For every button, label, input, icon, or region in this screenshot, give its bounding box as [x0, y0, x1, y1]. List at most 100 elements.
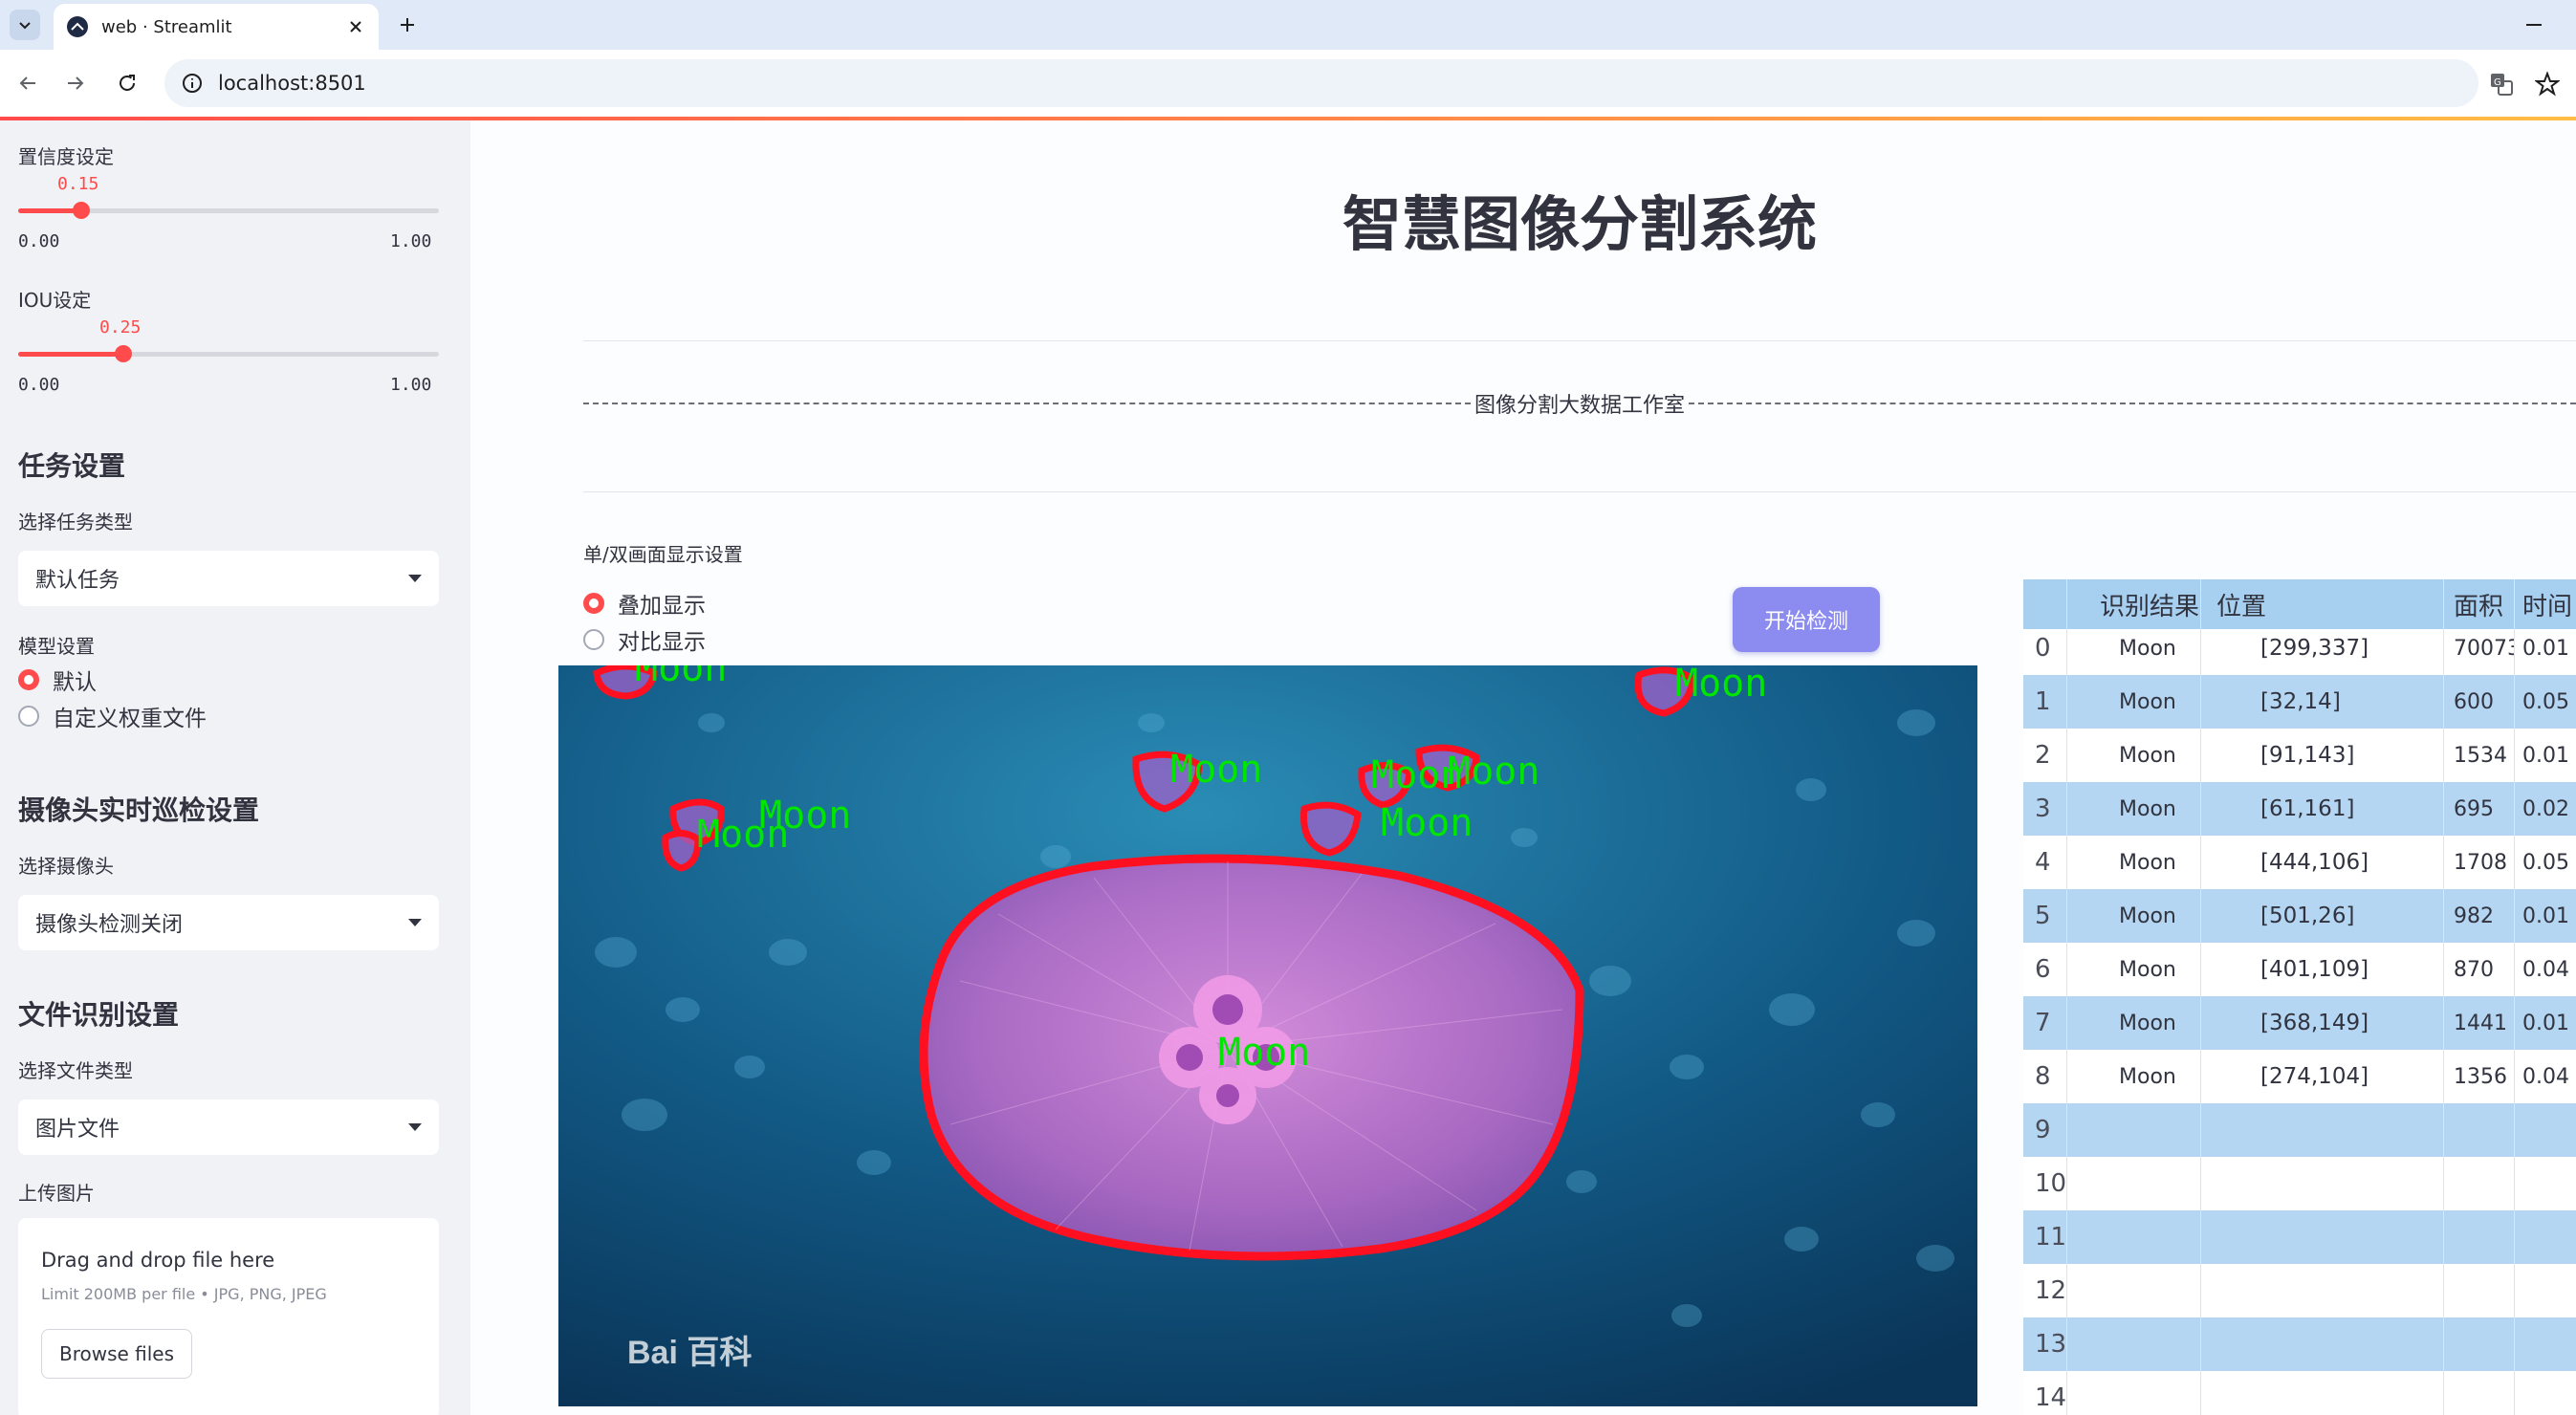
tab-search-button[interactable] [10, 10, 40, 40]
confidence-slider[interactable] [18, 202, 439, 219]
detection-label: Moon [1218, 1031, 1310, 1075]
cell-area [2444, 1317, 2515, 1371]
cell-area [2444, 1103, 2515, 1157]
camera-select[interactable]: 摄像头检测关闭 [18, 895, 439, 950]
model-option-custom[interactable]: 自定义权重文件 [18, 700, 207, 732]
cell-position [2201, 1157, 2444, 1210]
results-table[interactable]: 识别结果 位置 面积 时间 0 Moon [299,337] 70073 0.01 1 Mo… [2023, 579, 2576, 1415]
minimize-icon[interactable] [2521, 11, 2547, 38]
site-info-icon[interactable] [180, 71, 205, 96]
row-index: 4 [2023, 836, 2067, 889]
translate-icon[interactable]: G [2486, 69, 2517, 99]
table-row[interactable]: 3 Moon [61,161] 695 0.02 [2023, 782, 2576, 836]
cell-time: 0.05 [2522, 689, 2569, 714]
confidence-value: 0.15 [57, 174, 99, 194]
file-uploader-dropzone[interactable]: Drag and drop file here Limit 200MB per … [18, 1218, 439, 1415]
file-type-select[interactable]: 图片文件 [18, 1099, 439, 1155]
table-row[interactable]: 7 Moon [368,149] 1441 0.01 [2023, 996, 2576, 1050]
table-row[interactable]: 4 Moon [444,106] 1708 0.05 [2023, 836, 2576, 889]
table-row[interactable]: 9 [2023, 1103, 2576, 1157]
row-index: 0 [2023, 621, 2067, 675]
cell-result: Moon [2067, 1050, 2201, 1103]
forward-arrow-icon[interactable] [59, 67, 92, 99]
row-index: 8 [2023, 1050, 2067, 1103]
sidebar: 置信度设定 0.15 0.00 1.00 IOU设定 0.25 0.00 1.0… [0, 120, 470, 1415]
cell-result: Moon [2067, 675, 2201, 729]
table-row[interactable]: 0 Moon [299,337] 70073 0.01 [2023, 621, 2576, 675]
table-row[interactable]: 13 [2023, 1317, 2576, 1371]
table-row[interactable]: 10 [2023, 1157, 2576, 1210]
model-option-default[interactable]: 默认 [18, 664, 97, 696]
row-index: 11 [2023, 1210, 2067, 1264]
model-option-label: 默认 [53, 670, 97, 695]
table-row[interactable]: 11 [2023, 1210, 2576, 1264]
table-row[interactable]: 5 Moon [501,26] 982 0.01 [2023, 889, 2576, 943]
display-option-label: 叠加显示 [618, 594, 706, 619]
display-mode-label: 单/双画面显示设置 [583, 543, 743, 566]
back-arrow-icon[interactable] [11, 67, 44, 99]
cell-area: 870 [2444, 943, 2515, 996]
display-option-overlay[interactable]: 叠加显示 [583, 587, 706, 620]
cell-time [2515, 1157, 2576, 1210]
cell-time: 0.04 [2522, 1064, 2569, 1089]
radio-selected-icon [583, 593, 604, 614]
cell-result: Moon [2067, 836, 2201, 889]
confidence-slider-thumb[interactable] [73, 202, 90, 219]
cell-position: [32,14] [2201, 675, 2444, 729]
table-row[interactable]: 6 Moon [401,109] 870 0.04 [2023, 943, 2576, 996]
main-content: 智慧图像分割系统 图像分割大数据工作室 单/双画面显示设置 叠加显示 对比显示 … [470, 120, 2576, 1415]
cell-area: 1534 [2444, 729, 2515, 782]
close-tab-icon[interactable] [344, 15, 367, 38]
upload-label: 上传图片 [18, 1182, 95, 1205]
cell-area [2444, 1210, 2515, 1264]
divider-top [583, 340, 2576, 341]
bookmark-star-icon[interactable] [2532, 69, 2563, 99]
new-tab-icon[interactable] [392, 10, 423, 40]
reload-icon[interactable] [111, 67, 143, 99]
browser-tab[interactable]: web · Streamlit [54, 4, 379, 50]
display-option-label: 对比显示 [618, 630, 706, 655]
table-row[interactable]: 1 Moon [32,14] 600 0.05 [2023, 675, 2576, 729]
detection-label: Moon [635, 665, 727, 690]
streamlit-favicon-icon [67, 16, 88, 37]
file-settings-heading: 文件识别设置 [18, 999, 180, 1031]
address-bar[interactable]: localhost:8501 [164, 59, 2478, 107]
table-row[interactable]: 8 Moon [274,104] 1356 0.04 [2023, 1050, 2576, 1103]
display-option-compare[interactable]: 对比显示 [583, 623, 706, 656]
caret-down-icon [408, 919, 422, 926]
cell-position [2201, 1103, 2444, 1157]
row-index: 5 [2023, 889, 2067, 943]
iou-slider[interactable] [18, 345, 439, 362]
browser-tab-bar: web · Streamlit [0, 0, 2576, 50]
cell-area: 1708 [2444, 836, 2515, 889]
start-detection-button[interactable]: 开始检测 [1733, 587, 1880, 652]
task-type-label: 选择任务类型 [18, 511, 133, 533]
table-row[interactable]: 14 [2023, 1371, 2576, 1415]
baidu-watermark: Bai 百科 [627, 1335, 752, 1371]
browse-files-button[interactable]: Browse files [41, 1329, 192, 1379]
confidence-max: 1.00 [390, 231, 432, 251]
divider-bottom [583, 491, 2576, 492]
row-index: 13 [2023, 1317, 2067, 1371]
task-type-select[interactable]: 默认任务 [18, 551, 439, 606]
task-type-value: 默认任务 [35, 569, 120, 593]
file-type-value: 图片文件 [35, 1118, 120, 1142]
row-index: 1 [2023, 675, 2067, 729]
row-index: 9 [2023, 1103, 2067, 1157]
detection-label: Moon [1381, 801, 1473, 845]
table-row[interactable]: 2 Moon [91,143] 1534 0.01 [2023, 729, 2576, 782]
url-text: localhost:8501 [218, 72, 366, 95]
cell-position [2201, 1210, 2444, 1264]
row-index: 6 [2023, 943, 2067, 996]
task-settings-heading: 任务设置 [18, 450, 126, 482]
upload-drop-text: Drag and drop file here [41, 1249, 275, 1272]
table-row[interactable]: 12 [2023, 1264, 2576, 1317]
cell-position [2201, 1264, 2444, 1317]
cell-area: 982 [2444, 889, 2515, 943]
iou-slider-thumb[interactable] [115, 345, 132, 362]
cell-time: 0.01 [2522, 1011, 2569, 1035]
row-index: 14 [2023, 1371, 2067, 1415]
cell-result: Moon [2067, 943, 2201, 996]
iou-min: 0.00 [18, 375, 60, 395]
cell-time [2515, 1371, 2576, 1415]
